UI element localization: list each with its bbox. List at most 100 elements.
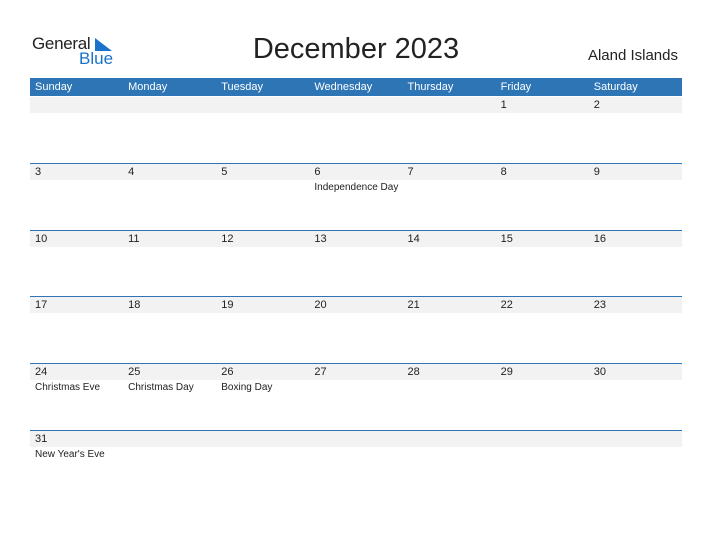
- country-label: Aland Islands: [587, 47, 678, 64]
- day-number: 25: [128, 366, 141, 378]
- day-number: 19: [221, 299, 234, 311]
- holiday-label: Christmas Day: [128, 382, 194, 393]
- day-number: 2: [593, 99, 600, 111]
- day-number-bar: 24 25 26 27 28 29 30: [30, 364, 682, 380]
- day-number: [403, 97, 496, 113]
- day-number: 28: [407, 366, 420, 378]
- day-number: 21: [407, 299, 420, 311]
- holiday-label: [30, 113, 123, 114]
- holiday-label: Christmas Eve: [35, 382, 101, 393]
- holiday-row: [30, 247, 682, 248]
- holiday-label: [496, 447, 589, 462]
- holiday-label: [123, 180, 216, 195]
- holiday-row: New Year's Eve: [30, 447, 682, 462]
- holiday-label: [30, 180, 123, 195]
- holiday-label: [496, 380, 589, 395]
- holiday-label: [589, 247, 682, 248]
- day-number: 16: [593, 233, 606, 245]
- holiday-label: [589, 313, 682, 314]
- holiday-label: [589, 113, 682, 114]
- day-number: [216, 431, 309, 447]
- holiday-label: [309, 247, 402, 248]
- day-number: 6: [314, 166, 321, 178]
- holiday-label: [403, 113, 496, 114]
- day-number: [309, 431, 402, 447]
- holiday-label: [589, 180, 682, 195]
- day-number: [589, 431, 682, 447]
- day-number: [309, 97, 402, 113]
- holiday-row: Christmas Eve Christmas Day Boxing Day: [30, 380, 682, 395]
- week-row: 17 18 19 20 21 22 23: [30, 296, 682, 363]
- day-number-bar: 10 11 12 13 14 15 16: [30, 231, 682, 247]
- holiday-label: [589, 447, 682, 462]
- holiday-label: [30, 313, 123, 314]
- day-number: 31: [35, 433, 48, 445]
- day-number: 30: [593, 366, 606, 378]
- holiday-label: [123, 313, 216, 314]
- holiday-label: [496, 180, 589, 195]
- day-number-bar: 12: [30, 97, 682, 113]
- holiday-label: [403, 247, 496, 248]
- holiday-label: New Year's Eve: [35, 449, 105, 460]
- calendar-grid: Sunday Monday Tuesday Wednesday Thursday…: [30, 78, 682, 460]
- week-row: 12: [30, 97, 682, 163]
- holiday-label: [496, 113, 589, 114]
- weekday-tuesday: Tuesday: [221, 81, 264, 93]
- day-number-bar: 17 18 19 20 21 22 23: [30, 297, 682, 313]
- day-number: 8: [500, 166, 507, 178]
- holiday-label: [216, 113, 309, 114]
- holiday-label: [123, 113, 216, 114]
- holiday-label: [123, 247, 216, 248]
- weekday-saturday: Saturday: [593, 81, 638, 93]
- week-row: 3 4 5 6 7 8 9 Independence Day: [30, 163, 682, 230]
- holiday-label: Boxing Day: [221, 382, 273, 393]
- holiday-label: [309, 313, 402, 314]
- holiday-row: [30, 113, 682, 114]
- weekday-header: Sunday Monday Tuesday Wednesday Thursday…: [30, 78, 682, 96]
- holiday-label: [589, 380, 682, 395]
- holiday-label: [309, 113, 402, 114]
- day-number: 11: [128, 233, 140, 245]
- day-number: 4: [128, 166, 135, 178]
- holiday-label: [216, 313, 309, 314]
- weekday-wednesday: Wednesday: [314, 81, 373, 93]
- day-number: [123, 431, 216, 447]
- holiday-label: [216, 180, 309, 195]
- holiday-label: [403, 313, 496, 314]
- day-number: 24: [35, 366, 48, 378]
- day-number: 13: [314, 233, 327, 245]
- day-number: 29: [500, 366, 513, 378]
- holiday-label: [123, 447, 216, 462]
- holiday-label: [496, 313, 589, 314]
- day-number: 26: [221, 366, 234, 378]
- day-number: 20: [314, 299, 327, 311]
- day-number: 10: [35, 233, 48, 245]
- holiday-label: [216, 447, 309, 462]
- holiday-label: [403, 447, 496, 462]
- day-number: [403, 431, 496, 447]
- holiday-label: [403, 380, 496, 395]
- day-number: 27: [314, 366, 327, 378]
- day-number: [30, 97, 123, 113]
- weekday-sunday: Sunday: [35, 81, 73, 93]
- holiday-row: [30, 313, 682, 314]
- week-row: 10 11 12 13 14 15 16: [30, 230, 682, 297]
- day-number: 12: [221, 233, 234, 245]
- holiday-label: [403, 180, 496, 195]
- weekday-monday: Monday: [128, 81, 168, 93]
- day-number: 5: [221, 166, 228, 178]
- day-number: 22: [500, 299, 513, 311]
- holiday-label: [30, 247, 123, 248]
- day-number: 1: [500, 99, 507, 111]
- holiday-label: Independence Day: [314, 182, 399, 193]
- day-number: 15: [500, 233, 513, 245]
- day-number: 23: [593, 299, 606, 311]
- weekday-thursday: Thursday: [407, 81, 454, 93]
- holiday-label: [216, 247, 309, 248]
- holiday-label: [309, 380, 402, 395]
- holiday-row: Independence Day: [30, 180, 682, 195]
- day-number: 7: [407, 166, 414, 178]
- day-number-bar: 3 4 5 6 7 8 9: [30, 164, 682, 180]
- day-number: 17: [35, 299, 48, 311]
- day-number: 9: [593, 166, 600, 178]
